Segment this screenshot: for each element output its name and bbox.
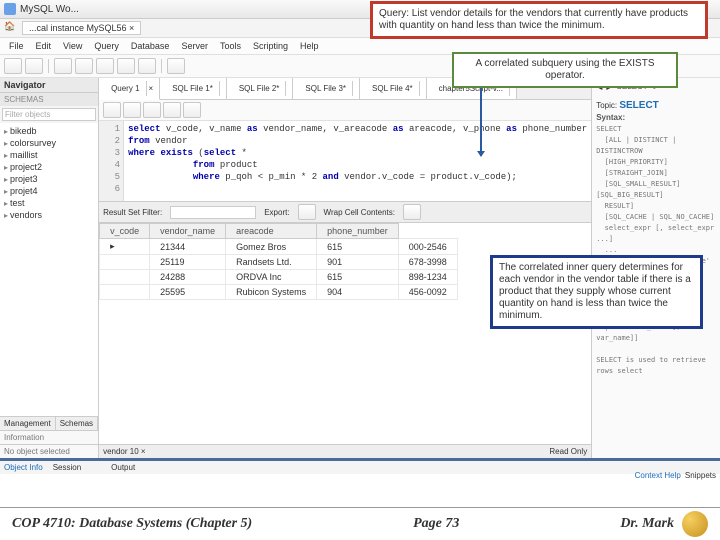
nav-tab-management[interactable]: Management [0, 417, 56, 430]
toolbar-btn-6[interactable] [117, 58, 135, 74]
schemas-header: SCHEMAS [0, 93, 98, 106]
toolbar-btn-5[interactable] [96, 58, 114, 74]
col-header[interactable]: v_code [100, 224, 150, 239]
schema-item[interactable]: project2 [2, 161, 96, 173]
schema-item[interactable]: colorsurvey [2, 137, 96, 149]
grid-footer: vendor 10 × Read Only [99, 444, 591, 458]
nav-tab-schemas[interactable]: Schemas [56, 417, 98, 430]
syntax-label: Syntax: [596, 113, 716, 122]
footer-page: Page 73 [413, 516, 459, 532]
sql-tab[interactable]: Query 1 × [99, 78, 160, 100]
sql-tab[interactable]: SQL File 4* [360, 78, 427, 99]
table-row[interactable]: 24288ORDVA Inc615898-1234 [100, 270, 458, 285]
toolbar-btn-1[interactable] [4, 58, 22, 74]
menu-query[interactable]: Query [89, 40, 124, 52]
output-panel: Object Info Session Output [0, 458, 720, 474]
sql-toolbar [99, 100, 591, 121]
result-toolbar: Result Set Filter: Export: Wrap Cell Con… [99, 201, 591, 223]
menu-help[interactable]: Help [295, 40, 324, 52]
syntax-hint: SELECT [ALL | DISTINCT | DISTINCTROW [HI… [596, 124, 716, 377]
topic-value: SELECT [619, 100, 658, 111]
callout-query: Query: List vendor details for the vendo… [370, 1, 708, 39]
sql-save-icon[interactable] [123, 102, 141, 118]
export-label: Export: [264, 208, 289, 217]
wrap-label: Wrap Cell Contents: [324, 208, 395, 217]
nav-tabs: Management Schemas [0, 416, 98, 430]
arrow-icon [480, 86, 482, 156]
menu-view[interactable]: View [58, 40, 87, 52]
pegasus-logo-icon [682, 511, 708, 537]
footer-left: COP 4710: Database Systems (Chapter 5) [12, 516, 252, 532]
footer-author: Dr. Mark [620, 516, 674, 532]
instance-tab[interactable]: ...cal instance MySQL56 × [22, 21, 141, 35]
readonly-badge: Read Only [549, 447, 587, 456]
menu-edit[interactable]: Edit [31, 40, 57, 52]
menu-file[interactable]: File [4, 40, 29, 52]
information-header: Information [0, 430, 98, 444]
col-header[interactable]: areacode [226, 224, 317, 239]
output-label: Output [111, 463, 135, 472]
menu-scripting[interactable]: Scripting [248, 40, 293, 52]
code-body[interactable]: select v_code, v_name as vendor_name, v_… [124, 121, 591, 201]
slide-footer: COP 4710: Database Systems (Chapter 5) P… [0, 507, 720, 540]
schema-item[interactable]: projet4 [2, 185, 96, 197]
export-icon[interactable] [298, 204, 316, 220]
app-logo-icon [4, 3, 16, 15]
sql-tab[interactable]: SQL File 2* [227, 78, 294, 99]
sql-explain-icon[interactable] [163, 102, 181, 118]
table-row[interactable]: 25595Rubicon Systems904456-0092 [100, 285, 458, 300]
sql-stop-icon[interactable] [183, 102, 201, 118]
schema-item[interactable]: vendors [2, 209, 96, 221]
toolbar-btn-2[interactable] [25, 58, 43, 74]
title-text: MySQL Wo... [20, 4, 79, 15]
table-row[interactable]: 25119Randsets Ltd.901678-3998 [100, 255, 458, 270]
menu-database[interactable]: Database [126, 40, 175, 52]
navigator-title: Navigator [0, 78, 98, 93]
toolbar-btn-7[interactable] [138, 58, 156, 74]
result-filter-input[interactable] [170, 206, 256, 219]
toolbar-btn-8[interactable] [167, 58, 185, 74]
separator [161, 59, 162, 73]
topic-label: Topic: [596, 101, 617, 110]
table-row[interactable]: ▸21344Gomez Bros615000-2546 [100, 239, 458, 255]
output-tab-objectinfo[interactable]: Object Info [4, 463, 43, 472]
callout-exists: A correlated subquery using the EXISTS o… [452, 52, 678, 88]
line-gutter: 123456 [99, 121, 124, 201]
schema-item[interactable]: test [2, 197, 96, 209]
col-header[interactable]: phone_number [317, 224, 399, 239]
toolbar-btn-3[interactable] [54, 58, 72, 74]
toolbar-btn-4[interactable] [75, 58, 93, 74]
filter-input[interactable]: Filter objects [2, 108, 96, 121]
sql-tab[interactable]: SQL File 1* [160, 78, 227, 99]
menu-tools[interactable]: Tools [215, 40, 246, 52]
navigator-panel: Navigator SCHEMAS Filter objects bikedb … [0, 78, 99, 458]
schema-item[interactable]: maillist [2, 149, 96, 161]
home-icon[interactable]: 🏠 [4, 21, 18, 35]
col-header[interactable]: vendor_name [150, 224, 226, 239]
filter-label: Result Set Filter: [103, 208, 162, 217]
result-tab[interactable]: vendor 10 × [103, 447, 146, 456]
sql-open-icon[interactable] [103, 102, 121, 118]
separator [48, 59, 49, 73]
menu-server[interactable]: Server [176, 40, 213, 52]
callout-inner: The correlated inner query determines fo… [490, 255, 703, 329]
sql-tab[interactable]: SQL File 3* [293, 78, 360, 99]
wrap-icon[interactable] [403, 204, 421, 220]
schema-item[interactable]: bikedb [2, 125, 96, 137]
sql-editor[interactable]: 123456 select v_code, v_name as vendor_n… [99, 121, 591, 201]
sql-run-icon[interactable] [143, 102, 161, 118]
schema-item[interactable]: projet3 [2, 173, 96, 185]
information-body: No object selected [0, 444, 98, 458]
output-tab-session[interactable]: Session [53, 463, 81, 472]
schema-tree: bikedb colorsurvey maillist project2 pro… [0, 123, 98, 416]
